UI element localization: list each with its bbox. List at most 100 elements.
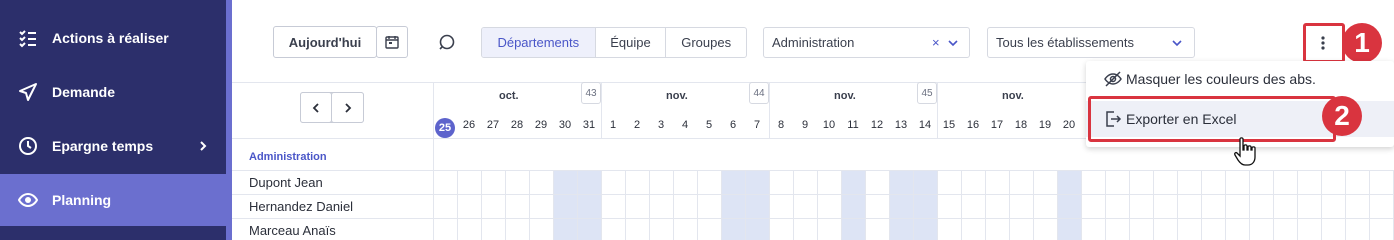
- grid-col-line: [1249, 170, 1250, 240]
- tab-groupes[interactable]: Groupes: [666, 28, 746, 57]
- weekend-column: [745, 170, 769, 240]
- sidebar-item-demande[interactable]: Demande: [0, 66, 226, 118]
- grid-col-line: [601, 170, 602, 240]
- menu-item-hide-colors[interactable]: Masquer les couleurs des abs.: [1086, 61, 1394, 97]
- grid-col-line: [673, 170, 674, 240]
- month-label: nov.: [666, 90, 688, 102]
- grid-col-line: [913, 170, 914, 240]
- weekend-column: [553, 170, 577, 240]
- next-period-button[interactable]: [331, 92, 364, 123]
- day-number: 13: [894, 119, 908, 131]
- month-label: nov.: [834, 90, 856, 102]
- sidebar-item-label: Actions à réaliser: [52, 30, 169, 46]
- sidebar: Actions à réaliser Demande Epargne temps…: [0, 0, 232, 240]
- clock-icon: [19, 137, 37, 155]
- day-number: 16: [966, 119, 980, 131]
- establishment-select-value: Tous les établissements: [996, 35, 1135, 50]
- employee-name[interactable]: Dupont Jean: [249, 175, 323, 190]
- day-number: 9: [801, 119, 809, 131]
- day-number: 5: [705, 119, 713, 131]
- grid-col-line: [1153, 170, 1154, 240]
- grid-col-line: [769, 170, 770, 240]
- grid-col-line: [721, 170, 722, 240]
- day-number: 11: [847, 119, 859, 131]
- day-number: 8: [777, 119, 785, 131]
- grid-col-line: [1033, 170, 1034, 240]
- grid-row-line: [232, 170, 1394, 171]
- eye-slash-icon: [1104, 71, 1122, 87]
- sidebar-item-label: Planning: [52, 192, 112, 208]
- grid-col-line: [865, 170, 866, 240]
- menu-item-label: Masquer les couleurs des abs.: [1126, 71, 1316, 87]
- grid-col-line: [1057, 170, 1058, 240]
- day-number: 1: [609, 119, 617, 131]
- chevron-down-icon: [948, 40, 958, 47]
- employee-name[interactable]: Marceau Anaïs: [249, 223, 336, 238]
- establishment-select[interactable]: Tous les établissements: [987, 27, 1195, 58]
- eye-icon: [18, 192, 38, 208]
- week-number: 43: [581, 82, 601, 104]
- today-button[interactable]: Aujourd'hui: [273, 26, 377, 58]
- weekend-column: [721, 170, 745, 240]
- grid-col-line: [1009, 170, 1010, 240]
- weekend-column: [1057, 170, 1081, 240]
- weekend-column: [577, 170, 601, 240]
- day-number: 3: [657, 119, 665, 131]
- day-number: 7: [753, 119, 761, 131]
- grid-col-line: [937, 170, 938, 240]
- grid-col-line: [649, 170, 650, 240]
- calendar-icon: [385, 36, 399, 49]
- grid-col-line: [577, 170, 578, 240]
- grid-col-line: [1297, 170, 1298, 240]
- sidebar-item-epargne[interactable]: Epargne temps: [0, 120, 226, 172]
- grid-col-line: [889, 170, 890, 240]
- weekend-column: [841, 170, 865, 240]
- sidebar-item-actions[interactable]: Actions à réaliser: [0, 12, 226, 64]
- day-number: 19: [1038, 119, 1052, 131]
- grid-col-line: [697, 170, 698, 240]
- day-number: 6: [729, 119, 737, 131]
- calendar-picker-button[interactable]: [376, 26, 408, 58]
- previous-period-button[interactable]: [300, 92, 332, 123]
- week-number: 45: [917, 82, 937, 104]
- day-number: 31: [582, 119, 596, 131]
- day-number: 28: [510, 119, 524, 131]
- grid-col-line: [745, 170, 746, 240]
- department-select[interactable]: Administration ×: [763, 27, 970, 58]
- tab-equipe[interactable]: Équipe: [596, 28, 667, 57]
- grid-col-line: [985, 170, 986, 240]
- month-label: nov.: [1002, 90, 1024, 102]
- chat-search-icon[interactable]: [438, 33, 456, 51]
- grid-col-line: [457, 170, 458, 240]
- grid-col-line: [553, 170, 554, 240]
- weekend-column: [889, 170, 913, 240]
- tab-departements[interactable]: Départements: [482, 28, 596, 57]
- section-label: Administration: [249, 151, 327, 163]
- day-number: 4: [681, 119, 689, 131]
- grid-col-line: [817, 170, 818, 240]
- day-number: 27: [486, 119, 500, 131]
- checklist-icon: [19, 30, 36, 48]
- grid-col-line: [481, 170, 482, 240]
- day-number: 10: [822, 119, 836, 131]
- callout-2: 2: [1322, 96, 1362, 136]
- day-number: 15: [942, 119, 956, 131]
- grid-col-line: [793, 170, 794, 240]
- sidebar-item-planning[interactable]: Planning: [0, 174, 226, 226]
- grid-col-line: [1177, 170, 1178, 240]
- sidebar-item-label: Epargne temps: [52, 138, 154, 154]
- app-root: Actions à réaliser Demande Epargne temps…: [0, 0, 1394, 240]
- employee-name[interactable]: Hernandez Daniel: [249, 199, 353, 214]
- clear-icon[interactable]: ×: [932, 35, 940, 50]
- chevron-right-icon: [200, 141, 207, 151]
- day-number: 2: [633, 119, 641, 131]
- highlight-box-options: [1303, 23, 1345, 63]
- month-label: oct.: [499, 90, 519, 102]
- grid-col-line: [1273, 170, 1274, 240]
- today-label: Aujourd'hui: [288, 34, 362, 50]
- callout-1: 1: [1342, 23, 1382, 63]
- chevron-right-icon: [344, 102, 351, 113]
- grid-col-line: [625, 170, 626, 240]
- chevron-left-icon: [312, 102, 319, 113]
- sidebar-accent-strip: [226, 0, 232, 240]
